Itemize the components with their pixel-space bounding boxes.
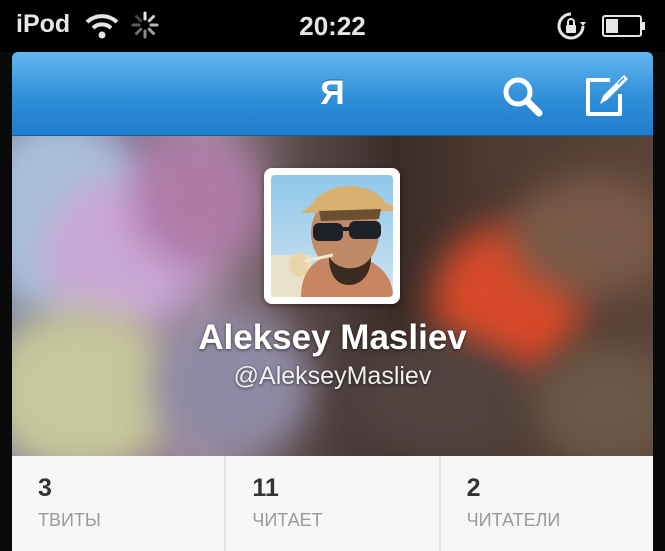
stat-count: 2 [466,474,481,502]
profile-name: Aleksey Masliev [198,318,467,357]
profile-stats: 3 ТВИТЫ 11 ЧИТАЕТ 2 ЧИТАТЕЛИ [12,456,653,551]
stat-count: 3 [38,474,52,502]
rotation-lock-icon [556,11,586,46]
stat-label: ТВИТЫ [38,510,101,530]
stat-label: ЧИТАТЕЛИ [466,510,561,530]
status-bar: iPod 20:22 [0,0,665,52]
profile-handle: @AlekseyMasliev [233,362,432,390]
search-icon[interactable] [500,74,544,118]
navigation-bar: Я [12,52,653,136]
profile-header: Aleksey Masliev @AlekseyMasliev [12,136,653,456]
stat-following[interactable]: 11 ЧИТАЕТ [226,456,441,551]
stat-tweets[interactable]: 3 ТВИТЫ [12,456,227,551]
battery-icon [602,15,646,42]
stat-followers[interactable]: 2 ЧИТАТЕЛИ [441,456,653,551]
stat-count: 11 [252,474,279,502]
stat-label: ЧИТАЕТ [252,510,323,530]
nav-title: Я [320,74,345,112]
avatar[interactable] [264,168,400,304]
screen: iPod 20:22 Я Aleksey Masliev @AlekseyMas… [0,0,665,551]
compose-icon[interactable] [582,72,630,120]
avatar-photo [271,175,393,297]
